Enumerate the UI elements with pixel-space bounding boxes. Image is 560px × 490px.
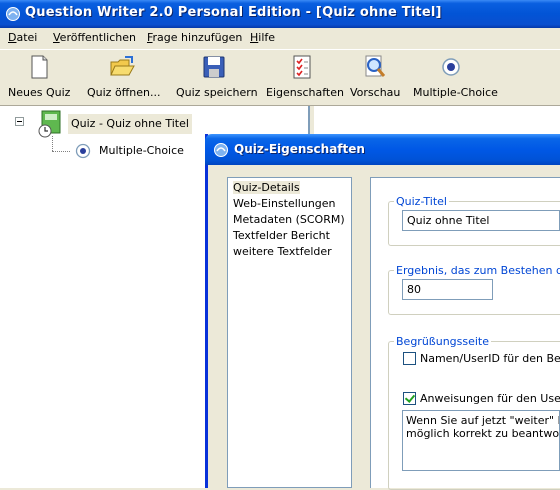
instructions-label: Anweisungen für den User an [420,392,560,405]
preview-button[interactable]: Vorschau [350,54,400,102]
quiz-book-icon [38,110,61,138]
nav-item-textfelder-bericht[interactable]: Textfelder Bericht [233,229,330,242]
toolbar: Neues Quiz Quiz öffnen... Quiz speichern… [0,49,560,106]
save-quiz-button[interactable]: Quiz speichern [176,54,258,102]
tree-collapse-toggle[interactable] [15,117,24,126]
instructions-line: Wenn Sie auf jetzt "weiter" klick [406,414,559,427]
pass-score-legend: Ergebnis, das zum Bestehen der P [394,264,560,277]
window-titlebar[interactable]: Question Writer 2.0 Personal Edition - [… [0,0,560,28]
multiple-choice-button[interactable]: Multiple-Choice [413,54,498,102]
tree-connector [52,136,53,151]
menu-hilfe[interactable]: Hilfe [250,31,275,44]
nav-item-quiz-details[interactable]: Quiz-Details [233,181,300,194]
dialog-titlebar[interactable]: Quiz-Eigenschaften [205,134,560,165]
properties-button[interactable]: Eigenschaften [266,54,344,102]
tree-node-multiple-choice[interactable]: Multiple-Choice [99,144,184,157]
instructions-textarea[interactable]: Wenn Sie auf jetzt "weiter" klick möglic… [402,410,560,471]
nav-item-metadaten[interactable]: Metadaten (SCORM) [233,213,345,226]
floppy-disk-icon [203,56,225,78]
quiz-title-input[interactable]: Quiz ohne Titel [402,210,560,231]
menubar: Datei Veröffentlichen Frage hinzufügen H… [0,28,560,48]
multiple-choice-node-icon [75,143,91,159]
new-document-icon [31,55,48,79]
menu-veroeffentlichen[interactable]: Veröffentlichen [53,31,136,44]
tree-connector [52,151,70,152]
welcome-page-legend: Begrüßungsseite [394,335,492,348]
properties-nav-list: Quiz-Details Web-Einstellungen Metadaten… [227,177,352,488]
instructions-checkbox[interactable] [403,392,416,405]
name-userid-label: Namen/UserID für den Berich [420,352,560,365]
dialog-app-icon [214,143,228,157]
dialog-title: Quiz-Eigenschaften [234,142,365,156]
instructions-line: möglich korrekt zu beantworten. [406,427,560,440]
radio-button-icon [442,58,460,76]
window-title: Question Writer 2.0 Personal Edition - [… [25,5,442,20]
quiz-title-legend: Quiz-Titel [394,195,449,208]
pass-score-input[interactable]: 80 [402,279,493,300]
nav-item-web-einstellungen[interactable]: Web-Einstellungen [233,197,336,210]
name-userid-checkbox[interactable] [403,352,416,365]
nav-item-weitere-textfelder[interactable]: weitere Textfelder [233,245,332,258]
magnifier-icon [365,55,386,77]
open-folder-icon [110,56,135,76]
tree-node-quiz[interactable]: Quiz - Quiz ohne Titel [68,114,192,134]
menu-frage-hinzufuegen[interactable]: Frage hinzufügen [147,31,242,44]
open-quiz-button[interactable]: Quiz öffnen... [87,54,160,102]
app-icon [6,7,20,21]
menu-datei[interactable]: Datei [8,31,37,44]
checklist-icon [293,55,311,79]
new-quiz-button[interactable]: Neues Quiz [8,54,70,102]
